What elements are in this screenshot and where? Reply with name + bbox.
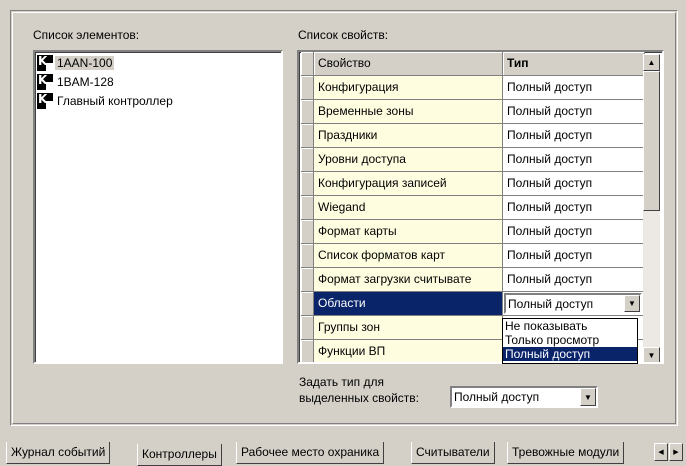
row-indicator xyxy=(301,340,314,362)
type-cell[interactable]: Полный доступ xyxy=(503,100,645,124)
set-type-label-line2: выделенных свойств: xyxy=(299,391,419,405)
type-cell-editor[interactable]: Полный доступ ▼ xyxy=(503,292,645,316)
table-row[interactable]: Формат карты Полный доступ xyxy=(301,220,645,244)
property-cell[interactable]: Wiegand xyxy=(314,196,503,220)
table-row[interactable]: Уровни доступа Полный доступ xyxy=(301,148,645,172)
type-cell[interactable]: Полный доступ xyxy=(503,148,645,172)
table-row[interactable]: Временные зоны Полный доступ xyxy=(301,100,645,124)
type-cell[interactable]: Полный доступ xyxy=(503,244,645,268)
property-cell[interactable]: Конфигурация xyxy=(314,76,503,100)
type-combobox[interactable]: Полный доступ ▼ xyxy=(504,293,642,314)
row-indicator xyxy=(301,220,314,244)
dropdown-option-full-access[interactable]: Полный доступ xyxy=(503,347,637,361)
tab-event-log[interactable]: Журнал событий xyxy=(6,442,111,464)
row-indicator xyxy=(301,316,314,340)
table-row[interactable]: Праздники Полный доступ xyxy=(301,124,645,148)
type-cell[interactable]: Полный доступ xyxy=(503,172,645,196)
list-item-main-controller[interactable]: Главный контроллер xyxy=(37,92,175,110)
type-combobox-value: Полный доступ xyxy=(508,297,594,311)
list-item-1aan-100[interactable]: 1AAN-100 xyxy=(37,54,115,72)
tab-readers[interactable]: Считыватели xyxy=(411,442,495,464)
tab-guard-workstation[interactable]: Рабочее место охраника xyxy=(236,442,385,464)
tab-scroll-left-icon[interactable]: ◀ xyxy=(654,443,668,461)
list-item-label: 1BAM-128 xyxy=(57,75,114,89)
table-row[interactable]: Конфигурация записей Полный доступ xyxy=(301,172,645,196)
property-cell[interactable]: Функции ВП xyxy=(314,340,503,362)
header-indicator xyxy=(301,52,314,76)
set-type-value: Полный доступ xyxy=(454,390,540,404)
type-dropdown-list[interactable]: Не показывать Только просмотр Полный дос… xyxy=(502,318,638,364)
row-indicator xyxy=(301,100,314,124)
grid-vertical-scrollbar[interactable]: ▲ ▼ xyxy=(643,54,660,362)
row-indicator xyxy=(301,244,314,268)
type-cell[interactable]: Полный доступ xyxy=(503,124,645,148)
property-cell[interactable]: Праздники xyxy=(314,124,503,148)
property-cell[interactable]: Список форматов карт xyxy=(314,244,503,268)
row-indicator xyxy=(301,292,314,316)
property-cell[interactable]: Конфигурация записей xyxy=(314,172,503,196)
scroll-down-icon[interactable]: ▼ xyxy=(643,347,660,362)
scroll-up-icon[interactable]: ▲ xyxy=(643,54,660,71)
type-cell[interactable]: Полный доступ xyxy=(503,196,645,220)
property-cell[interactable]: Области xyxy=(314,292,503,316)
list-item-label: Главный контроллер xyxy=(57,94,173,108)
grid-header: Свойство Тип xyxy=(301,52,645,76)
row-indicator xyxy=(301,172,314,196)
dropdown-option-view-only[interactable]: Только просмотр xyxy=(503,333,637,347)
property-cell[interactable]: Формат загрузки считывате xyxy=(314,268,503,292)
bottom-tabs: Журнал событий Контроллеры Рабочее место… xyxy=(0,440,686,466)
property-cell[interactable]: Группы зон xyxy=(314,316,503,340)
row-indicator xyxy=(301,268,314,292)
dropdown-option-hide[interactable]: Не показывать xyxy=(503,319,637,333)
elements-list[interactable]: 1AAN-100 1BAM-128 Главный контроллер xyxy=(33,50,283,364)
row-indicator xyxy=(301,148,314,172)
properties-label: Список свойств: xyxy=(298,28,389,42)
tab-scroll-right-icon[interactable]: ▶ xyxy=(669,443,683,461)
row-indicator xyxy=(301,196,314,220)
controller-icon xyxy=(37,54,53,71)
row-indicator xyxy=(301,124,314,148)
property-cell[interactable]: Временные зоны xyxy=(314,100,503,124)
controller-icon xyxy=(37,92,53,109)
chevron-down-icon[interactable]: ▼ xyxy=(580,388,596,406)
row-indicator xyxy=(301,76,314,100)
tab-alarm-modules[interactable]: Тревожные модули xyxy=(507,442,625,464)
set-type-label-line1: Задать тип для xyxy=(299,375,384,389)
list-item-1bam-128[interactable]: 1BAM-128 xyxy=(37,73,116,91)
chevron-down-icon[interactable]: ▼ xyxy=(624,295,640,312)
elements-label: Список элементов: xyxy=(33,28,140,42)
set-type-combobox[interactable]: Полный доступ ▼ xyxy=(450,386,598,408)
property-cell[interactable]: Формат карты xyxy=(314,220,503,244)
tab-controllers[interactable]: Контроллеры xyxy=(137,444,222,466)
header-property[interactable]: Свойство xyxy=(314,52,503,76)
type-cell[interactable]: Полный доступ xyxy=(503,76,645,100)
table-row-selected[interactable]: Области Полный доступ ▼ xyxy=(301,292,645,316)
table-row[interactable]: Формат загрузки считывате Полный доступ xyxy=(301,268,645,292)
controller-icon xyxy=(37,73,53,90)
table-row[interactable]: Wiegand Полный доступ xyxy=(301,196,645,220)
header-type[interactable]: Тип xyxy=(503,52,645,76)
property-cell[interactable]: Уровни доступа xyxy=(314,148,503,172)
properties-grid[interactable]: Свойство Тип Конфигурация Полный доступ … xyxy=(297,50,664,364)
type-cell[interactable]: Полный доступ xyxy=(503,220,645,244)
table-row[interactable]: Конфигурация Полный доступ xyxy=(301,76,645,100)
scroll-thumb[interactable] xyxy=(643,71,660,211)
table-row[interactable]: Список форматов карт Полный доступ xyxy=(301,244,645,268)
list-item-label: 1AAN-100 xyxy=(55,56,115,70)
type-cell[interactable]: Полный доступ xyxy=(503,268,645,292)
